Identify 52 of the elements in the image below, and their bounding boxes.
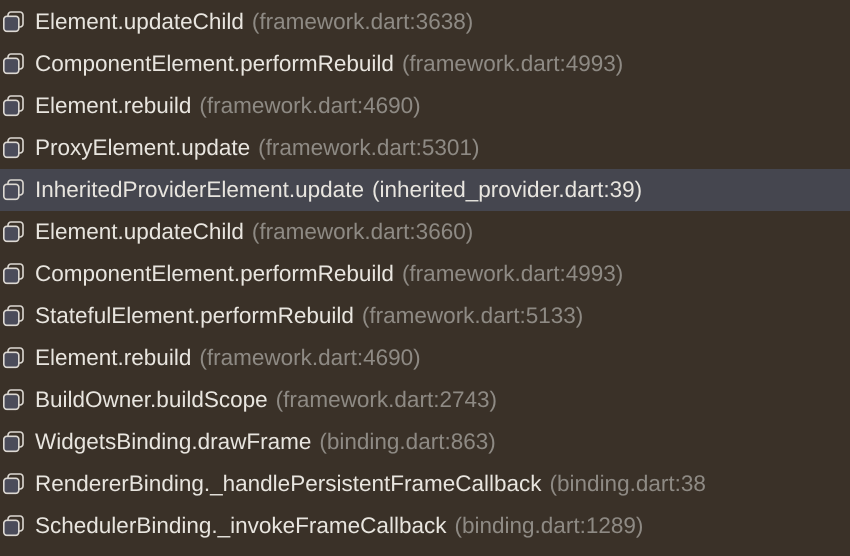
source-location: (framework.dart:5133) xyxy=(362,302,584,330)
frames-icon xyxy=(2,11,25,33)
method-name: Element.rebuild xyxy=(35,344,192,372)
method-name: ProxyElement.update xyxy=(35,134,250,162)
method-name: RendererBinding._handlePersistentFrameCallback xyxy=(35,470,542,498)
frames-icon xyxy=(2,389,25,411)
source-location: (framework.dart:4690) xyxy=(199,344,421,372)
frames-icon xyxy=(2,515,25,537)
stack-frame-row[interactable]: SchedulerBinding._invokeFrameCallback (binding.dart:1289) xyxy=(0,505,850,547)
frames-icon xyxy=(2,137,25,159)
method-name: Element.rebuild xyxy=(35,92,192,120)
source-location: (framework.dart:5301) xyxy=(258,134,480,162)
method-name: SchedulerBinding._invokeFrameCallback xyxy=(35,512,446,540)
method-name: Element.updateChild xyxy=(35,218,244,246)
frames-icon xyxy=(2,95,25,117)
frames-icon xyxy=(2,53,25,75)
stack-frame-row[interactable]: InheritedProviderElement.update (inherited_provider.dart:39) xyxy=(0,169,850,211)
method-name: WidgetsBinding.drawFrame xyxy=(35,428,312,456)
source-location: (framework.dart:2743) xyxy=(276,386,497,414)
stack-frame-row[interactable]: ComponentElement.performRebuild (framework.dart:4993) xyxy=(0,253,850,295)
stack-frame-row[interactable]: StatefulElement.performRebuild (framework.dart:5133) xyxy=(0,295,850,337)
source-location: (binding.dart:863) xyxy=(319,428,496,456)
frames-icon xyxy=(2,179,25,201)
stack-frame-row[interactable]: BuildOwner.buildScope (framework.dart:2743) xyxy=(0,379,850,421)
source-location: (framework.dart:4993) xyxy=(402,50,624,78)
method-name: Element.updateChild xyxy=(35,8,244,36)
source-location: (framework.dart:4993) xyxy=(402,260,624,288)
frames-icon xyxy=(2,431,25,453)
method-name: BuildOwner.buildScope xyxy=(35,386,268,414)
stack-frame-row[interactable]: RendererBinding._handlePersistentFrameCallback (binding.dart:38 xyxy=(0,463,850,505)
source-location: (binding.dart:1289) xyxy=(454,512,644,540)
source-location: (framework.dart:4690) xyxy=(199,92,421,120)
source-location: (inherited_provider.dart:39) xyxy=(372,176,642,204)
frames-icon xyxy=(2,263,25,285)
frames-icon xyxy=(2,347,25,369)
method-name: StatefulElement.performRebuild xyxy=(35,302,354,330)
source-location: (framework.dart:3660) xyxy=(252,218,474,246)
frames-icon xyxy=(2,305,25,327)
stack-frame-row[interactable]: WidgetsBinding.drawFrame (binding.dart:863) xyxy=(0,421,850,463)
frames-icon xyxy=(2,221,25,243)
stack-frame-row[interactable]: Element.updateChild (framework.dart:3660) xyxy=(0,211,850,253)
source-location: (framework.dart:3638) xyxy=(252,8,474,36)
frames-icon xyxy=(2,473,25,495)
stack-frame-row[interactable]: Element.rebuild (framework.dart:4690) xyxy=(0,337,850,379)
stack-frame-row[interactable]: ProxyElement.update (framework.dart:5301) xyxy=(0,127,850,169)
stack-frame-row[interactable]: Element.updateChild (framework.dart:3638) xyxy=(0,1,850,43)
stack-frame-row[interactable]: Element.rebuild (framework.dart:4690) xyxy=(0,85,850,127)
source-location: (binding.dart:38 xyxy=(550,470,706,498)
stack-frame-row[interactable]: ComponentElement.performRebuild (framework.dart:4993) xyxy=(0,43,850,85)
method-name: ComponentElement.performRebuild xyxy=(35,260,394,288)
method-name: InheritedProviderElement.update xyxy=(35,176,364,204)
method-name: ComponentElement.performRebuild xyxy=(35,50,394,78)
